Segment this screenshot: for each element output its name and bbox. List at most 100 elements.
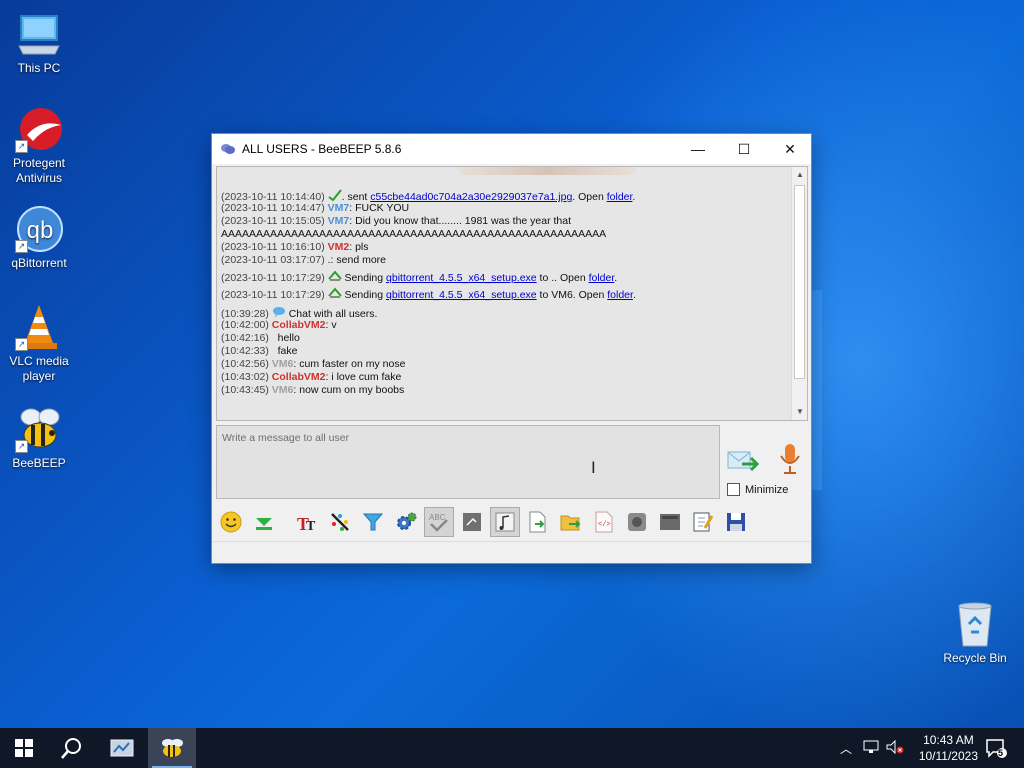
desktop-icon-label: VLC media player <box>9 354 69 383</box>
desktop-icon-vlc[interactable]: ↗ VLC media player <box>1 303 77 384</box>
spellcheck-button[interactable]: ABC <box>424 507 454 537</box>
filter-icon <box>362 513 384 531</box>
chat-history[interactable]: (2023-10-11 10:14:40) . sent c55cbe44ad0… <box>216 166 808 421</box>
taskbar-app-server-manager[interactable] <box>98 728 146 768</box>
send-folder-icon <box>560 515 581 531</box>
window-titlebar[interactable]: ALL USERS - BeeBEEP 5.8.6 — ☐ ✕ <box>212 134 811 164</box>
chat-line: (2023-10-11 10:17:29) Sending qbittorren… <box>221 267 789 284</box>
chat-toolbar: TT ABC </> <box>216 504 808 540</box>
color-icon <box>331 513 349 531</box>
start-button[interactable] <box>0 728 48 768</box>
notes-button[interactable] <box>457 507 487 537</box>
desktop-icon-this-pc[interactable]: This PC <box>1 10 77 76</box>
color-button[interactable] <box>325 507 355 537</box>
chat-text: to VM6. Open <box>536 289 608 301</box>
file-link[interactable]: qbittorrent_4.5.5_x64_setup.exe <box>386 272 537 284</box>
emoticons-button[interactable] <box>216 507 246 537</box>
voice-message-button[interactable] <box>778 442 802 478</box>
taskbar-clock[interactable]: 10:43 AM 10/11/2023 <box>919 732 978 764</box>
font-icon: TT <box>297 514 316 534</box>
chat-text: : cum faster on my nose <box>293 358 406 370</box>
record-button[interactable] <box>622 507 652 537</box>
chat-username[interactable]: VM7 <box>328 215 350 227</box>
desktop-icon-qbittorrent[interactable]: qb ↗ qBittorrent <box>1 205 77 271</box>
filter-button[interactable] <box>358 507 388 537</box>
chat-timestamp: (10:42:33) <box>221 345 269 357</box>
folder-link[interactable]: folder <box>607 289 633 301</box>
chat-timestamp: (2023-10-11 10:14:47) <box>221 202 325 214</box>
chat-scrollbar[interactable]: ▲ ▼ <box>791 167 807 420</box>
search-icon <box>61 738 81 759</box>
chat-lines: (2023-10-11 10:14:40) . sent c55cbe44ad0… <box>221 189 789 397</box>
volume-muted-icon[interactable] <box>886 739 904 757</box>
chat-timestamp: (2023-10-11 10:15:05) <box>221 215 325 227</box>
search-button[interactable] <box>48 728 96 768</box>
qbittorrent-icon: qb ↗ <box>15 205 63 253</box>
chat-username[interactable]: VM7 <box>328 202 350 214</box>
chat-text: : now cum on my boobs <box>293 384 405 396</box>
chat-text: . <box>614 272 618 284</box>
chat-line: (2023-10-11 10:17:29) Sending qbittorren… <box>221 284 789 301</box>
close-window-button[interactable]: ✕ <box>767 134 813 164</box>
music-icon <box>495 512 515 532</box>
chat-timestamp: (2023-10-11 10:17:29) <box>221 289 325 301</box>
chat-text: .: send more <box>324 254 386 266</box>
chat-username[interactable]: VM2 <box>328 241 350 253</box>
minimize-window-button[interactable]: — <box>675 134 721 164</box>
chat-line: (10:42:16) hello <box>221 332 789 345</box>
file-link[interactable]: qbittorrent_4.5.5_x64_setup.exe <box>386 289 537 301</box>
chat-line: (10:42:00) CollabVM2: v <box>221 319 789 332</box>
chat-username[interactable]: VM6 <box>272 358 294 370</box>
scroll-down-arrow-icon[interactable]: ▼ <box>792 404 807 420</box>
scrollbar-thumb[interactable] <box>794 185 805 379</box>
chat-username[interactable]: CollabVM2 <box>272 371 326 383</box>
network-icon[interactable] <box>863 740 879 757</box>
send-file-icon <box>529 511 546 533</box>
chat-bubble-icon <box>272 307 285 318</box>
desktop-icon-beebeep[interactable]: ↗ BeeBEEP <box>1 405 77 471</box>
emoticons-icon <box>220 511 242 533</box>
clock-time: 10:43 AM <box>923 733 974 747</box>
music-button[interactable] <box>490 507 520 537</box>
svg-text:T: T <box>306 519 316 534</box>
minimize-checkbox[interactable] <box>727 483 740 496</box>
send-icon <box>727 451 760 472</box>
settings-icon <box>397 512 417 530</box>
chat-timestamp: (10:43:45) <box>221 384 269 396</box>
folder-link[interactable]: folder <box>607 191 633 203</box>
edit-button[interactable] <box>688 507 718 537</box>
send-file-button[interactable] <box>523 507 553 537</box>
scroll-up-arrow-icon[interactable]: ▲ <box>792 167 807 183</box>
chat-timestamp: (10:42:16) <box>221 332 269 344</box>
settings-button[interactable] <box>391 507 421 537</box>
chat-line: (10:43:02) CollabVM2: i love cum fake <box>221 371 789 384</box>
message-input[interactable]: Write a message to all user I <box>216 425 720 499</box>
send-folder-button[interactable] <box>556 507 586 537</box>
desktop-icon-protegent[interactable]: ↗ Protegent Antivirus <box>1 105 77 186</box>
record-icon <box>628 513 646 531</box>
chat-username[interactable]: CollabVM2 <box>272 319 326 331</box>
desktop-icon-label: BeeBEEP <box>12 456 66 470</box>
chat-line: (2023-10-11 03:17:07) .: send more <box>221 254 789 267</box>
chat-username[interactable]: VM6 <box>272 384 294 396</box>
download-button[interactable] <box>249 507 279 537</box>
taskbar-app-beebeep[interactable] <box>148 728 196 768</box>
folder-link[interactable]: folder <box>589 272 615 284</box>
save-button[interactable] <box>721 507 751 537</box>
send-message-button[interactable] <box>726 444 760 478</box>
html-button[interactable]: </> <box>589 507 619 537</box>
windows-logo-icon <box>15 739 33 757</box>
maximize-window-button[interactable]: ☐ <box>721 134 767 164</box>
chat-text: : i love cum fake <box>325 371 402 383</box>
chat-app-icon <box>221 144 235 154</box>
action-center-button[interactable]: 5 <box>976 728 1016 768</box>
shortcut-arrow-icon: ↗ <box>15 240 28 253</box>
font-button[interactable]: TT <box>292 507 322 537</box>
wallpaper-light <box>812 290 822 490</box>
show-hidden-icons-chevron-icon[interactable]: ︿ <box>840 740 852 757</box>
desktop-icon-recycle-bin[interactable]: Recycle Bin <box>937 600 1013 666</box>
chat-line: AAAAAAAAAAAAAAAAAAAAAAAAAAAAAAAAAAAAAAAA… <box>221 228 789 241</box>
chat-text: AAAAAAAAAAAAAAAAAAAAAAAAAAAAAAAAAAAAAAAA… <box>221 228 607 240</box>
screenshot-button[interactable] <box>655 507 685 537</box>
minimize-option[interactable]: Minimize <box>727 483 788 496</box>
